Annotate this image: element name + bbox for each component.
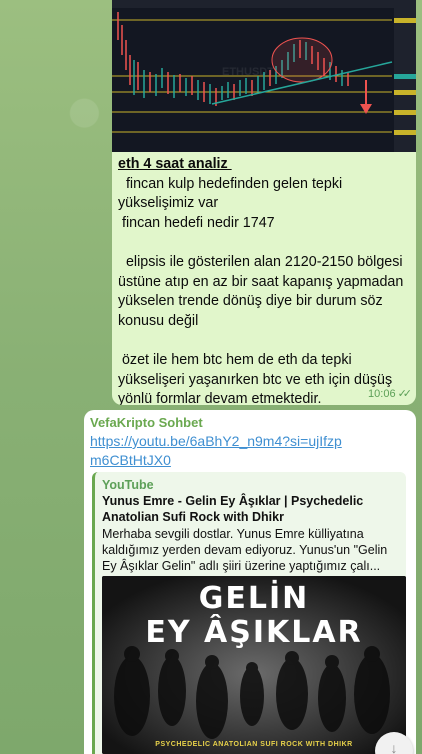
chart-screenshot-image[interactable]: ETHUSDT xyxy=(112,0,416,152)
thumbnail-subtitle: PSYCHEDELIC ANATOLIAN SUFI ROCK WITH DHI… xyxy=(155,741,353,748)
preview-title: Yunus Emre - Gelin Ey Âşıklar | Psychede… xyxy=(102,494,364,524)
incoming-message[interactable]: VefaKripto Sohbet https://youtu.be/6aBhY… xyxy=(84,410,416,754)
preview-source: YouTube xyxy=(102,478,154,492)
message-timestamp: 10:06 ✓✓ xyxy=(368,387,413,401)
outgoing-message[interactable]: ETHUSDT eth 4 saat analiz fincan kulp he… xyxy=(112,0,416,405)
preview-description: Merhaba sevgili dostlar. Yunus Emre küll… xyxy=(102,527,388,573)
video-thumbnail[interactable]: GELİN EY ÂŞIKLAR PSYCHEDELIC ANATOLIAN S… xyxy=(102,576,406,754)
timestamp-text: 10:06 xyxy=(368,387,396,400)
thumbnail-title-line1: GELİN xyxy=(198,581,310,616)
link-preview[interactable]: YouTube Yunus Emre - Gelin Ey Âşıklar | … xyxy=(92,472,406,754)
message-body: fincan kulp hedefinden gelen tepki yükse… xyxy=(118,175,404,405)
double-check-icon: ✓✓ xyxy=(397,388,413,400)
message-text: eth 4 saat analiz fincan kulp hedefinden… xyxy=(118,155,414,405)
thumbnail-title-line2: EY ÂŞIKLAR xyxy=(145,615,363,650)
chart-watermark: ETHUSDT xyxy=(222,66,274,78)
message-heading: eth 4 saat analiz xyxy=(118,156,232,172)
sender-name[interactable]: VefaKripto Sohbet xyxy=(90,415,203,430)
youtube-link[interactable]: https://youtu.be/6aBhY2_n9m4?si=ujIfzpm6… xyxy=(90,432,350,470)
thumbnail-title: GELİN EY ÂŞIKLAR xyxy=(102,582,406,650)
arrow-down-icon: ↓ xyxy=(390,740,398,754)
